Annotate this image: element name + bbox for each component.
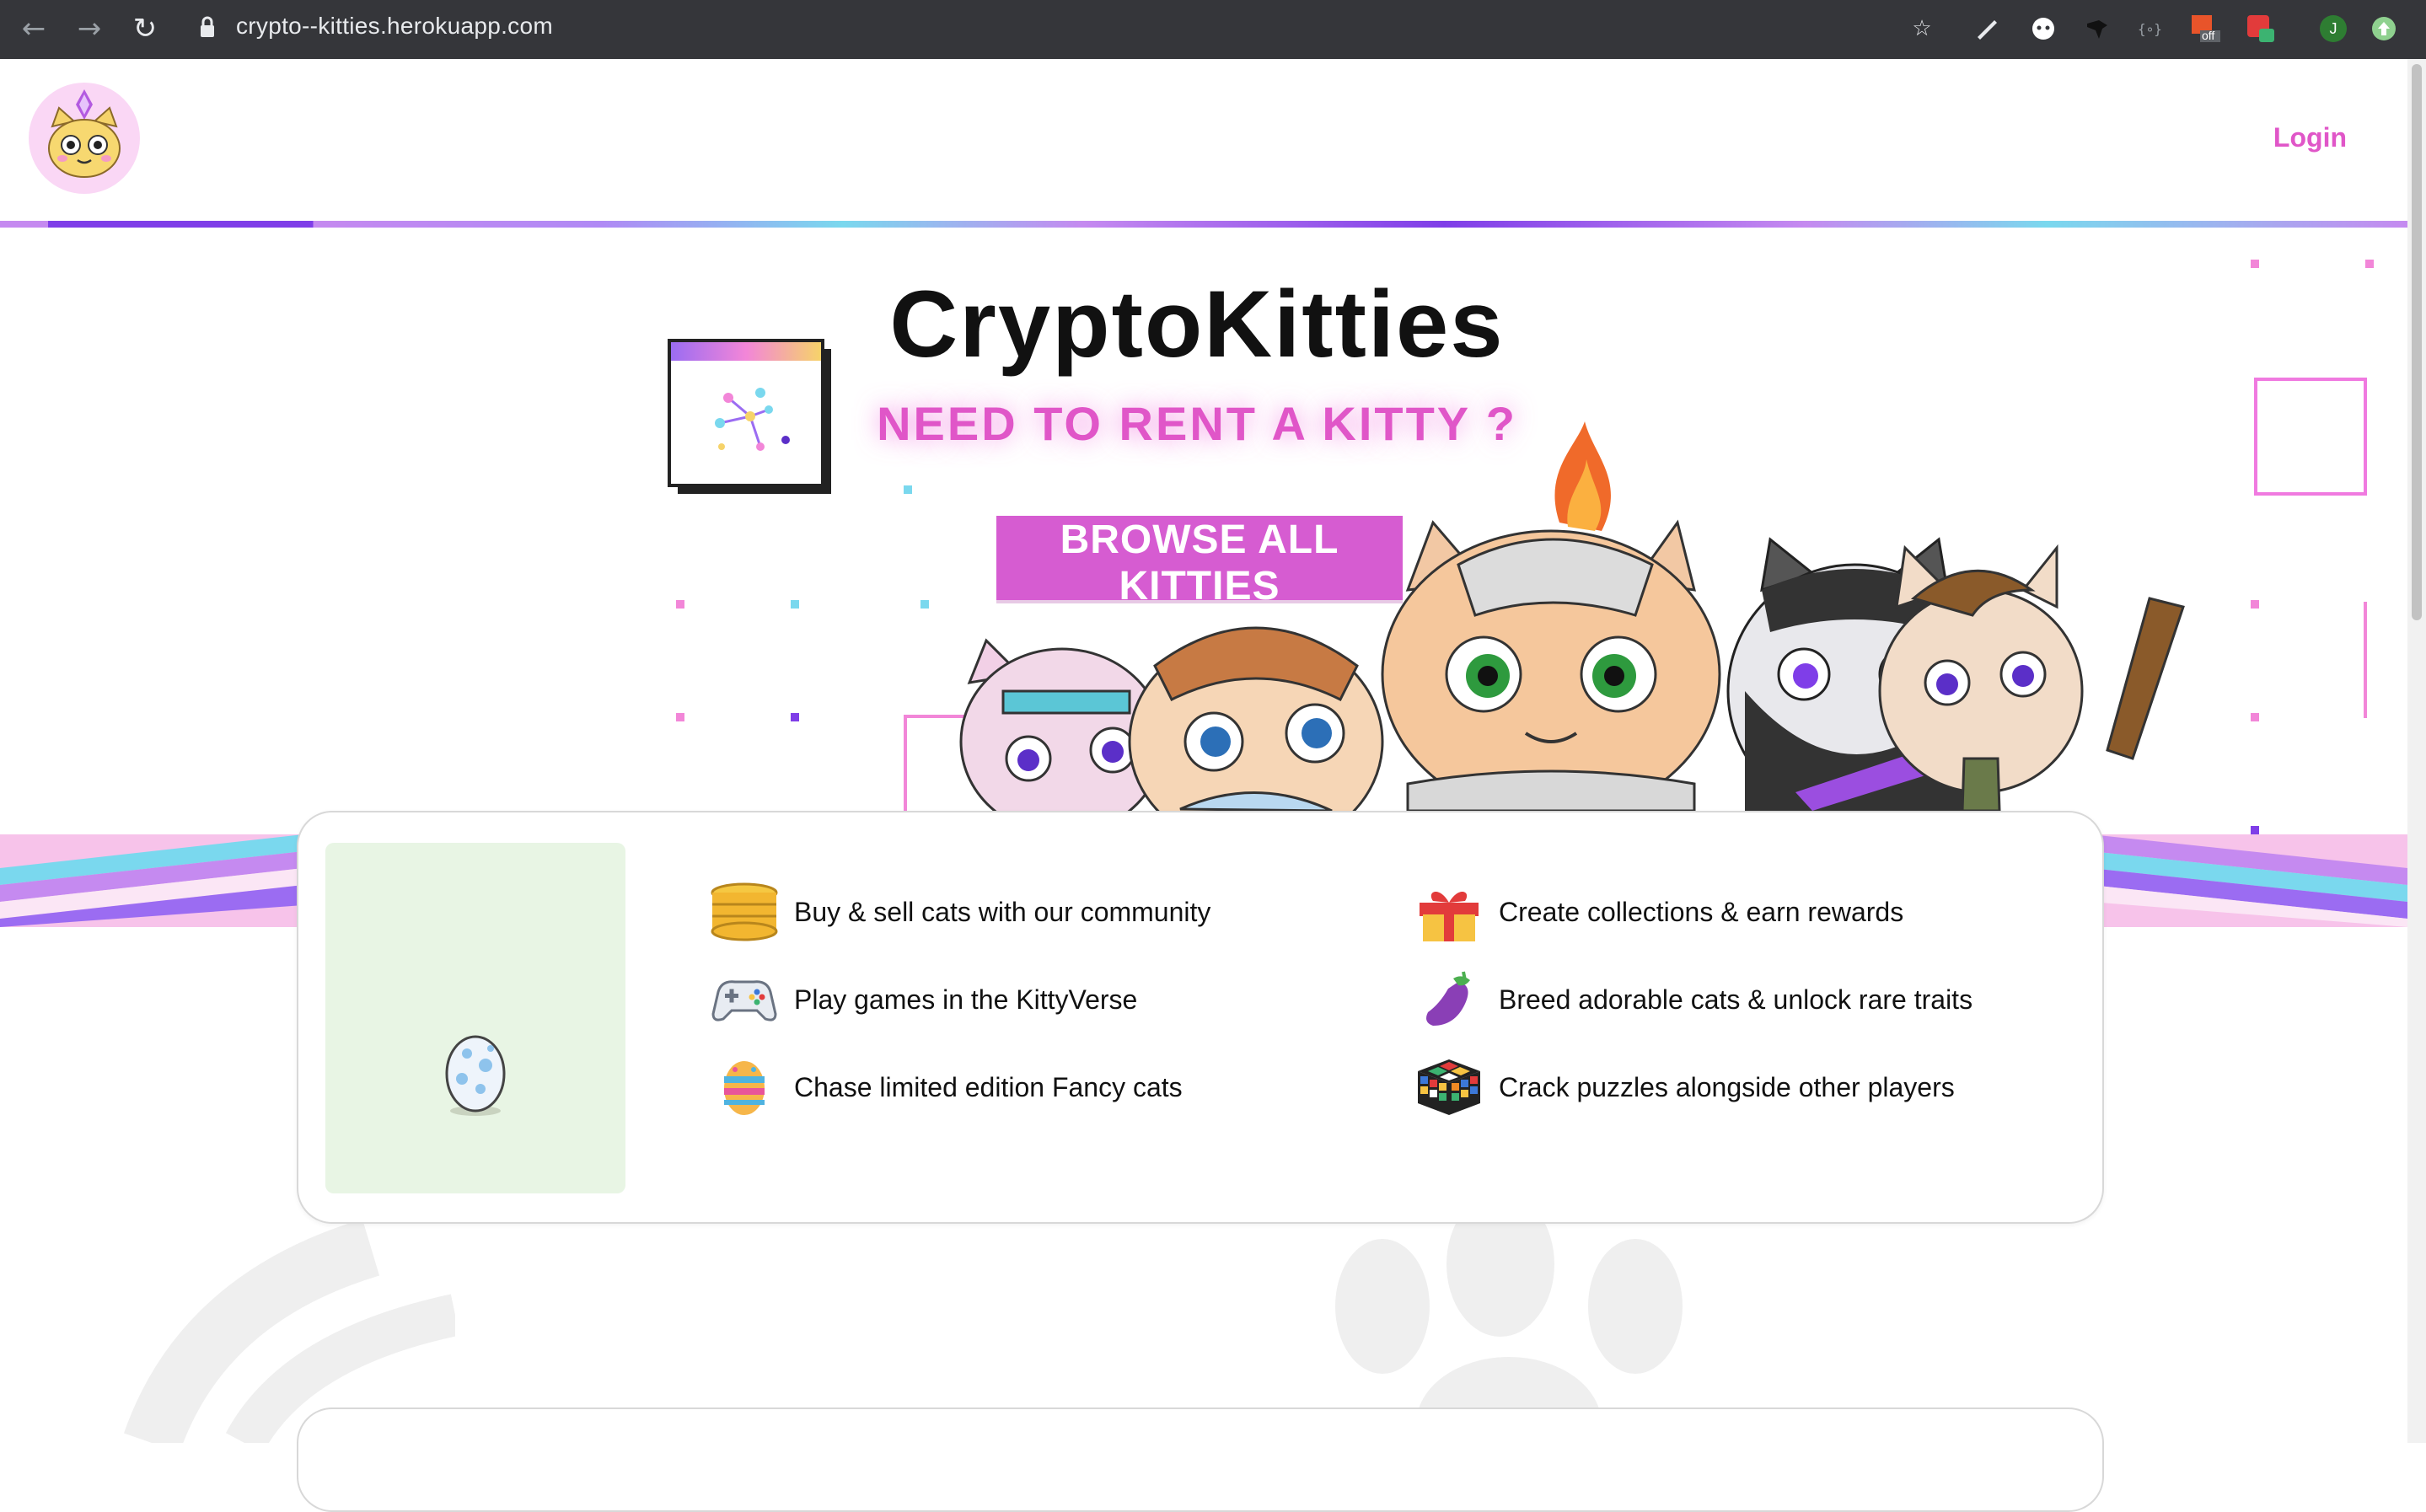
forward-icon[interactable]: → (72, 12, 106, 46)
feature-collections: Create collections & earn rewards (1414, 882, 1903, 941)
profile-avatar[interactable]: J (2316, 12, 2350, 46)
second-card (297, 1407, 2104, 1512)
features-card: Buy & sell cats with our community Creat… (297, 811, 2104, 1224)
site-header: Login (0, 59, 2407, 223)
coins-icon (710, 882, 779, 941)
back-icon[interactable]: ← (17, 12, 51, 46)
ribbon-left (0, 834, 303, 927)
page-scrollbar[interactable] (2407, 59, 2426, 1443)
feature-text: Breed adorable cats & unlock rare traits (1499, 984, 1973, 1015)
face-extension-icon[interactable] (2026, 12, 2060, 46)
kitty-logo-icon (48, 89, 121, 178)
rubiks-cube-icon (1414, 1058, 1484, 1117)
bird-extension-icon[interactable] (2080, 12, 2114, 46)
extension-badge: off (2202, 29, 2215, 42)
easter-egg-icon (710, 1058, 779, 1117)
scrollbar-thumb[interactable] (2412, 64, 2422, 620)
header-divider (0, 221, 2407, 228)
cryptokitties-logo[interactable] (29, 83, 140, 194)
browser-toolbar: ← → ↻ crypto--kitties.herokuapp.com ☆ {∘… (0, 0, 2426, 59)
profile-initial: J (2320, 15, 2347, 42)
lock-icon (201, 16, 214, 37)
svg-text:{∘}: {∘} (2138, 21, 2162, 37)
feature-buy-sell: Buy & sell cats with our community (710, 882, 1210, 941)
off-extension-icon[interactable]: off (2188, 12, 2222, 46)
gift-icon (1414, 882, 1484, 941)
alexa-extension-icon[interactable] (2244, 12, 2278, 46)
update-icon[interactable] (2367, 12, 2401, 46)
feature-text: Create collections & earn rewards (1499, 896, 1904, 927)
address-bar[interactable]: crypto--kitties.herokuapp.com (236, 13, 553, 40)
feature-puzzles: Crack puzzles alongside other players (1414, 1058, 1955, 1117)
kitties-group-illustration (959, 421, 2185, 811)
feature-text: Buy & sell cats with our community (794, 896, 1211, 927)
pen-extension-icon[interactable] (1971, 12, 2005, 46)
feature-text: Crack puzzles alongside other players (1499, 1071, 1955, 1102)
feature-text: Play games in the KittyVerse (794, 984, 1138, 1015)
dna-watermark-icon (123, 1219, 455, 1443)
feature-games: Play games in the KittyVerse (710, 970, 1137, 1029)
egg-panel (325, 843, 625, 1193)
spotted-egg-icon (445, 1035, 506, 1116)
bookmark-star-icon[interactable]: ☆ (1905, 12, 1939, 46)
feature-text: Chase limited edition Fancy cats (794, 1071, 1183, 1102)
reload-icon[interactable]: ↻ (128, 12, 162, 46)
ribbon-right (2091, 834, 2407, 927)
login-link[interactable]: Login (2273, 122, 2347, 153)
feature-fancy-cats: Chase limited edition Fancy cats (710, 1058, 1183, 1117)
gamepad-icon (710, 970, 779, 1029)
json-extension-icon[interactable]: {∘} (2133, 12, 2166, 46)
eggplant-icon (1414, 970, 1484, 1029)
feature-breed: Breed adorable cats & unlock rare traits (1414, 970, 1972, 1029)
hero-title: CryptoKitties (889, 271, 1505, 377)
